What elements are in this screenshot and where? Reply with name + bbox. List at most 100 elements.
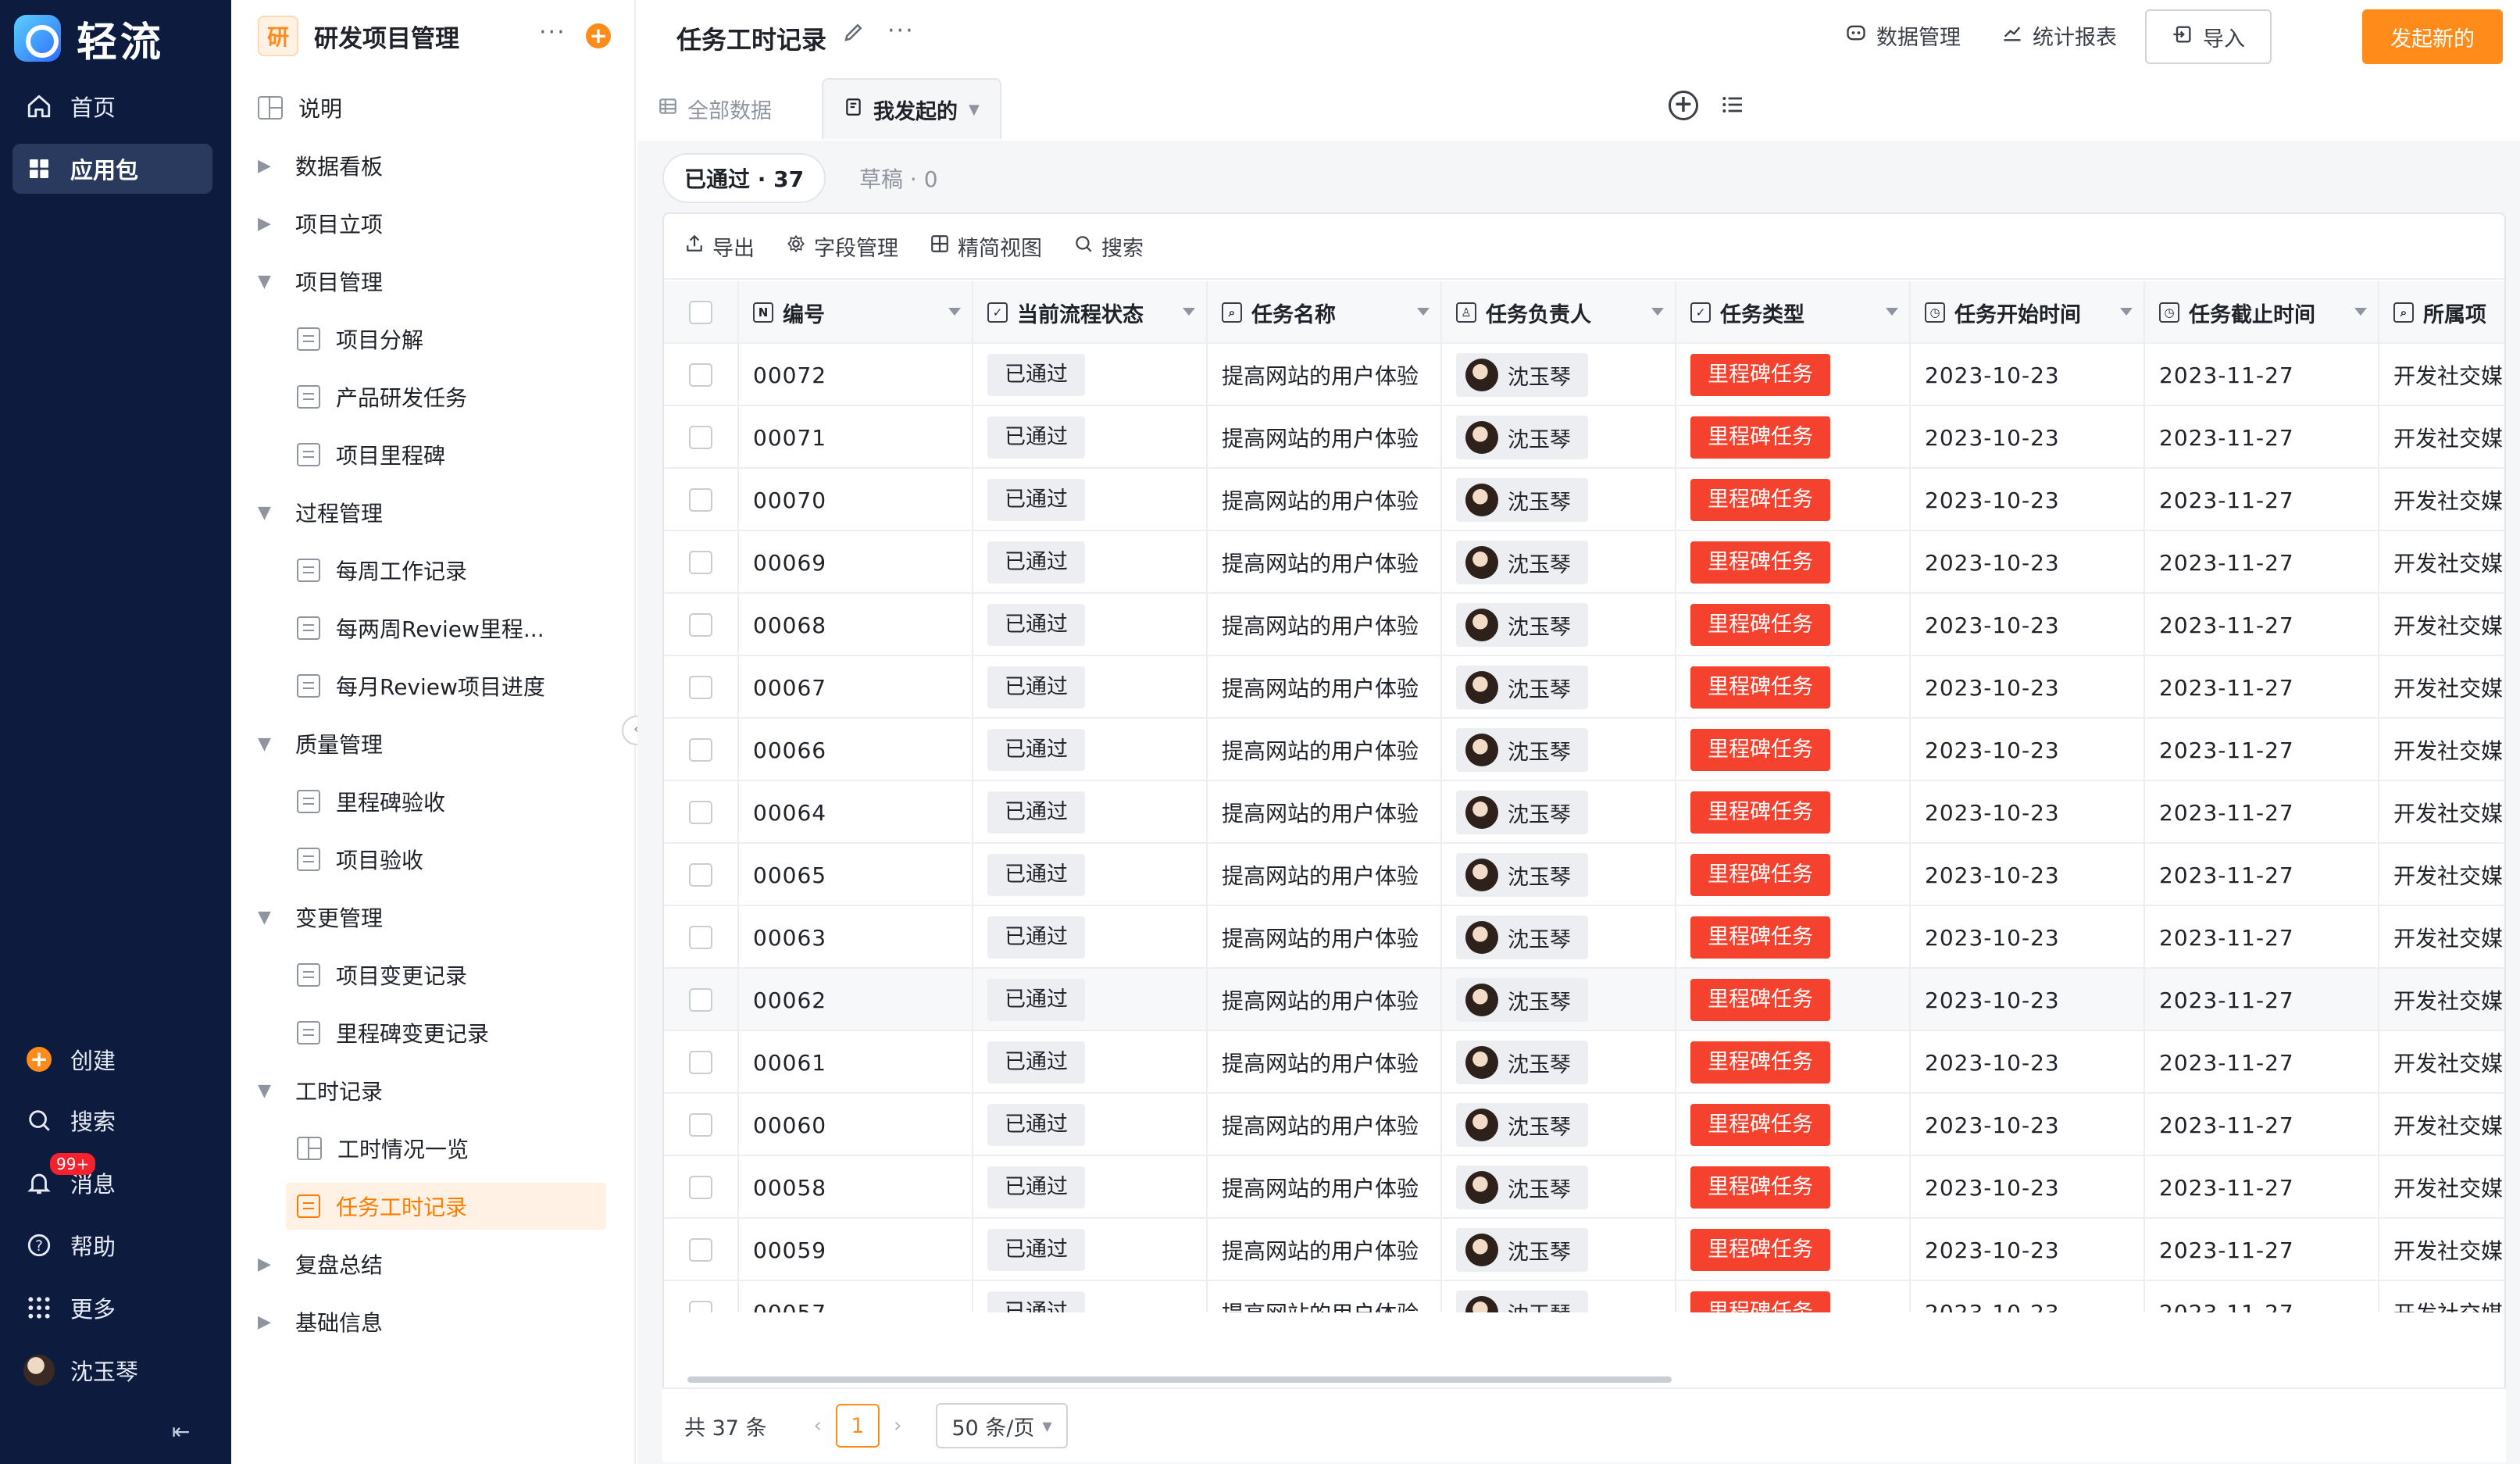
sort-dropdown-icon[interactable]	[2354, 308, 2367, 316]
menu-item[interactable]: 任务工时记录	[286, 1183, 606, 1230]
chevron-down-icon[interactable]: ▼	[969, 102, 980, 118]
nav-help[interactable]: ? 帮助	[12, 1220, 212, 1270]
menu-item[interactable]: ▶ 数据看板	[247, 142, 606, 189]
row-checkbox[interactable]	[689, 738, 712, 762]
row-checkbox[interactable]	[689, 926, 712, 949]
menu-item[interactable]: ▶ 基础信息	[247, 1298, 606, 1345]
row-checkbox[interactable]	[689, 1051, 712, 1074]
column-header[interactable]: N 编号	[739, 281, 973, 344]
nav-search[interactable]: 搜索	[12, 1095, 212, 1145]
menu-item[interactable]: 项目里程碑	[286, 431, 606, 478]
menu-item[interactable]: ▼ 项目管理	[247, 258, 606, 305]
sort-dropdown-icon[interactable]	[2120, 308, 2133, 316]
column-header[interactable]: ♙ 任务负责人	[1442, 281, 1676, 344]
menu-item[interactable]: 工时情况一览	[286, 1125, 606, 1172]
row-checkbox[interactable]	[689, 1176, 712, 1199]
menu-item[interactable]: 每周工作记录	[286, 547, 606, 594]
table-row[interactable]: 00071 已通过 提高网站的用户体验 沈玉琴 里程碑任务 2023-10-23 2023-…	[664, 406, 2504, 469]
row-checkbox[interactable]	[689, 363, 712, 387]
add-menu-item-button[interactable]: +	[586, 23, 611, 48]
column-header[interactable]: ◷ 任务开始时间	[1911, 281, 2145, 344]
menu-item[interactable]: ▶ 项目立项	[247, 200, 606, 247]
table-row[interactable]: 00068 已通过 提高网站的用户体验 沈玉琴 里程碑任务 2023-10-23 2023-…	[664, 594, 2504, 656]
tab-my-initiated[interactable]: 我发起的 ▼	[822, 78, 1001, 139]
column-header[interactable]: ✓ 任务类型	[1676, 281, 1911, 344]
prev-page-icon[interactable]: ‹	[814, 1414, 822, 1437]
table-row[interactable]: 00059 已通过 提高网站的用户体验 沈玉琴 里程碑任务 2023-10-23 2023-…	[664, 1219, 2504, 1281]
sort-dropdown-icon[interactable]	[948, 308, 961, 316]
menu-item[interactable]: 说明	[247, 84, 606, 131]
column-header[interactable]: ✓ 当前流程状态	[973, 281, 1208, 344]
data-manage-link[interactable]: 数据管理	[1845, 20, 1961, 51]
nav-home[interactable]: 首页	[12, 81, 212, 131]
field-manage-button[interactable]: 字段管理	[786, 231, 898, 262]
menu-item[interactable]: ▶ 复盘总结	[247, 1241, 606, 1287]
status-approved-chip[interactable]: 已通过 · 37	[662, 153, 826, 203]
table-search-button[interactable]: 搜索	[1073, 231, 1144, 262]
table-row[interactable]: 00063 已通过 提高网站的用户体验 沈玉琴 里程碑任务 2023-10-23 2023-…	[664, 906, 2504, 969]
nav-app-package[interactable]: 应用包	[12, 144, 212, 194]
nav-create[interactable]: + 创建	[12, 1034, 212, 1084]
nav-user[interactable]: 沈玉琴	[12, 1345, 212, 1395]
table-row[interactable]: 00067 已通过 提高网站的用户体验 沈玉琴 里程碑任务 2023-10-23 2023-…	[664, 656, 2504, 719]
page-more-icon[interactable]: ···	[887, 17, 915, 45]
nav-more[interactable]: 更多	[12, 1283, 212, 1333]
row-checkbox[interactable]	[689, 426, 712, 449]
table-row[interactable]: 00062 已通过 提高网站的用户体验 沈玉琴 里程碑任务 2023-10-23 2023-…	[664, 969, 2504, 1031]
table-row[interactable]: 00061 已通过 提高网站的用户体验 沈玉琴 里程碑任务 2023-10-23 2023-…	[664, 1031, 2504, 1094]
current-page-button[interactable]: 1	[835, 1404, 880, 1448]
row-checkbox[interactable]	[689, 863, 712, 887]
menu-item[interactable]: ▼ 变更管理	[247, 894, 606, 941]
table-row[interactable]: 00069 已通过 提高网站的用户体验 沈玉琴 里程碑任务 2023-10-23 2023-…	[664, 531, 2504, 594]
row-checkbox[interactable]	[689, 1113, 712, 1137]
menu-item[interactable]: 里程碑验收	[286, 778, 606, 825]
row-checkbox[interactable]	[689, 1301, 712, 1312]
table-row[interactable]: 00060 已通过 提高网站的用户体验 沈玉琴 里程碑任务 2023-10-23 2023-…	[664, 1094, 2504, 1156]
row-checkbox[interactable]	[689, 801, 712, 824]
stats-report-link[interactable]: 统计报表	[2001, 20, 2117, 51]
column-header[interactable]: ◷ 任务截止时间	[2145, 281, 2379, 344]
brand[interactable]: 轻流	[14, 11, 164, 66]
table-row[interactable]: 00057 已通过 提高网站的用户体验 沈玉琴 里程碑任务 2023-10-23 2023-…	[664, 1281, 2504, 1312]
sort-dropdown-icon[interactable]	[1183, 308, 1195, 316]
sort-dropdown-icon[interactable]	[1417, 308, 1430, 316]
menu-item[interactable]: 每月Review项目进度	[286, 662, 606, 709]
table-row[interactable]: 00070 已通过 提高网站的用户体验 沈玉琴 里程碑任务 2023-10-23 2023-…	[664, 469, 2504, 531]
create-new-button[interactable]: 发起新的	[2362, 9, 2503, 64]
table-row[interactable]: 00072 已通过 提高网站的用户体验 沈玉琴 里程碑任务 2023-10-23 2023-…	[664, 344, 2504, 406]
table-row[interactable]: 00066 已通过 提高网站的用户体验 沈玉琴 里程碑任务 2023-10-23 2023-…	[664, 719, 2504, 781]
table-row[interactable]: 00065 已通过 提高网站的用户体验 沈玉琴 里程碑任务 2023-10-23 2023-…	[664, 844, 2504, 906]
tab-all-data[interactable]: 全部数据	[637, 78, 792, 139]
menu-item[interactable]: 项目分解	[286, 316, 606, 362]
menu-item[interactable]: 每两周Review里程...	[286, 605, 606, 652]
table-row[interactable]: 00058 已通过 提高网站的用户体验 沈玉琴 里程碑任务 2023-10-23 2023-…	[664, 1156, 2504, 1219]
row-checkbox[interactable]	[689, 676, 712, 699]
page-size-select[interactable]: 50 条/页 ▼	[936, 1403, 1068, 1448]
select-all-checkbox[interactable]	[689, 301, 712, 324]
row-checkbox[interactable]	[689, 551, 712, 574]
sort-dropdown-icon[interactable]	[1651, 308, 1664, 316]
menu-item[interactable]: 项目验收	[286, 836, 606, 883]
edit-icon[interactable]	[842, 20, 866, 50]
menu-item[interactable]: 里程碑变更记录	[286, 1009, 606, 1056]
more-options-icon[interactable]: ···	[539, 19, 566, 46]
next-page-icon[interactable]: ›	[894, 1414, 901, 1437]
menu-item[interactable]: 产品研发任务	[286, 373, 606, 420]
import-button[interactable]: 导入	[2145, 9, 2272, 64]
nav-messages[interactable]: 99+ 消息	[12, 1153, 212, 1208]
sort-dropdown-icon[interactable]	[1886, 308, 1898, 316]
export-button[interactable]: 导出	[684, 231, 755, 262]
menu-item[interactable]: ▼ 工时记录	[247, 1067, 606, 1114]
menu-item[interactable]: 项目变更记录	[286, 952, 606, 998]
column-header[interactable]: ⌕ 所属项	[2379, 281, 2504, 344]
row-checkbox[interactable]	[689, 488, 712, 512]
simple-view-button[interactable]: 精简视图	[930, 231, 1042, 262]
view-list-icon[interactable]	[1719, 92, 1747, 123]
menu-item[interactable]: ▼ 质量管理	[247, 720, 606, 767]
column-header[interactable]: ⌕ 任务名称	[1208, 281, 1442, 344]
status-draft-chip[interactable]: 草稿 · 0	[839, 153, 958, 203]
menu-item[interactable]: ▼ 过程管理	[247, 489, 606, 536]
horizontal-scrollbar[interactable]	[687, 1377, 1672, 1383]
row-checkbox[interactable]	[689, 1238, 712, 1262]
row-checkbox[interactable]	[689, 988, 712, 1012]
